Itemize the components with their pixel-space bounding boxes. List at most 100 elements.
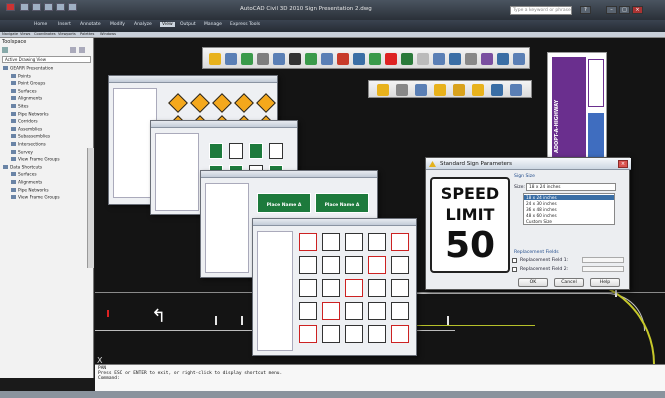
tree-item[interactable]: Subassemblies xyxy=(11,134,50,141)
close-button[interactable]: × xyxy=(632,6,643,14)
sign-tool-icon[interactable] xyxy=(321,53,333,65)
maximize-button[interactable]: □ xyxy=(619,6,630,14)
sign-tool-icon[interactable] xyxy=(305,53,317,65)
sign-thumbnail[interactable] xyxy=(345,233,363,251)
menu-annotate[interactable]: Annotate xyxy=(80,22,101,27)
ribbon-palettes[interactable]: Palettes xyxy=(80,32,94,36)
replacement-field-1-input[interactable] xyxy=(582,257,624,263)
new-icon[interactable] xyxy=(20,3,29,11)
tree-item[interactable]: Points xyxy=(11,73,31,81)
menu-insert[interactable]: Insert xyxy=(58,22,71,27)
sign-tool-icon[interactable] xyxy=(385,53,397,65)
tree-item[interactable]: Surfaces xyxy=(11,88,37,96)
sign-thumbnail[interactable] xyxy=(322,256,340,274)
toolspace-options-icon[interactable] xyxy=(70,47,76,53)
sign-thumbnail[interactable] xyxy=(299,279,317,297)
sign-tool-icon[interactable] xyxy=(465,53,477,65)
tree-item[interactable]: Pipe Networks xyxy=(11,187,49,195)
sign-tool-icon[interactable] xyxy=(396,84,408,96)
sign-tool-icon[interactable] xyxy=(377,84,389,96)
sign-thumbnail[interactable] xyxy=(322,325,340,343)
search-input[interactable]: Type a keyword or phrase xyxy=(510,6,572,15)
sign-tool-icon[interactable] xyxy=(481,53,493,65)
tree-item[interactable]: GEARR Presentation xyxy=(3,66,53,73)
sign-thumbnail[interactable] xyxy=(368,325,386,343)
save-icon[interactable] xyxy=(44,3,53,11)
sign-tool-icon[interactable] xyxy=(491,84,503,96)
tree-item[interactable]: Alignments xyxy=(11,96,42,103)
sign-thumbnail[interactable] xyxy=(322,302,340,320)
sign-tool-icon[interactable] xyxy=(337,53,349,65)
tree-item[interactable]: Assemblies xyxy=(11,126,42,134)
sign-thumbnail[interactable] xyxy=(391,302,409,320)
ribbon-viewports[interactable]: Viewports xyxy=(58,32,76,36)
toolspace-icon[interactable] xyxy=(2,47,8,53)
view-dropdown[interactable]: Active Drawing View xyxy=(2,56,91,63)
sign-tool-icon[interactable] xyxy=(417,53,429,65)
category-tree[interactable] xyxy=(155,133,199,211)
tree-item[interactable]: Sites xyxy=(11,104,29,111)
tree-item[interactable]: Surfaces xyxy=(11,172,37,179)
sign-thumbnail[interactable] xyxy=(391,256,409,274)
sign-thumbnail[interactable] xyxy=(322,233,340,251)
sign-tool-icon[interactable] xyxy=(513,53,525,65)
cancel-button[interactable]: Cancel xyxy=(554,278,584,287)
sign-tool-icon[interactable] xyxy=(225,53,237,65)
size-option[interactable]: 24 x 30 inches xyxy=(526,201,557,206)
sign-tool-icon[interactable] xyxy=(353,53,365,65)
sign-tool-icon[interactable] xyxy=(241,53,253,65)
sign-thumbnail[interactable] xyxy=(368,233,386,251)
dialog-close-button[interactable]: × xyxy=(618,160,628,168)
sign-thumbnail[interactable] xyxy=(391,233,409,251)
sign-thumbnail[interactable] xyxy=(345,302,363,320)
sign-tool-icon[interactable] xyxy=(497,53,509,65)
menu-modify[interactable]: Modify xyxy=(110,22,125,27)
sign-tool-icon[interactable] xyxy=(273,53,285,65)
sign-thumbnail[interactable] xyxy=(391,325,409,343)
minimize-button[interactable]: – xyxy=(606,6,617,14)
sign-tool-icon[interactable] xyxy=(472,84,484,96)
sign-thumbnail[interactable] xyxy=(345,256,363,274)
sign-tool-icon[interactable] xyxy=(257,53,269,65)
sign-tool-icon[interactable] xyxy=(401,53,413,65)
sign-thumbnail[interactable] xyxy=(391,279,409,297)
sign-thumbnail[interactable] xyxy=(299,256,317,274)
tree-item[interactable]: Pipe Networks xyxy=(11,111,49,119)
menu-view[interactable]: View xyxy=(160,22,175,27)
tree-item[interactable]: View Frame Groups xyxy=(11,157,60,164)
tree-item[interactable]: Data Shortcuts xyxy=(3,164,42,172)
size-option[interactable]: Custom Size xyxy=(526,219,552,224)
sign-thumbnail[interactable] xyxy=(299,233,317,251)
sign-thumbnail[interactable] xyxy=(368,256,386,274)
sign-thumbnail[interactable] xyxy=(345,325,363,343)
ribbon-coordinates[interactable]: Coordinates xyxy=(34,32,56,36)
replacement-field-2-input[interactable] xyxy=(582,266,624,272)
menu-analyze[interactable]: Analyze xyxy=(134,22,152,27)
sign-thumbnail[interactable] xyxy=(299,325,317,343)
help-icon[interactable]: ? xyxy=(580,6,591,14)
menu-manage[interactable]: Manage xyxy=(204,22,222,27)
size-option[interactable]: 36 x 48 inches xyxy=(526,207,557,212)
tree-item[interactable]: Alignments xyxy=(11,180,42,187)
tree-item[interactable]: Survey xyxy=(11,149,33,157)
sign-tool-icon[interactable] xyxy=(434,84,446,96)
tree-item[interactable]: Point Groups xyxy=(11,81,45,88)
tree-item[interactable]: Corridors xyxy=(11,119,38,126)
menu-home[interactable]: Home xyxy=(34,22,47,27)
help-button[interactable]: Help xyxy=(590,278,620,287)
sign-tool-icon[interactable] xyxy=(369,53,381,65)
ribbon-navigate[interactable]: Navigate xyxy=(2,32,18,36)
replacement-field-1-checkbox[interactable] xyxy=(512,258,517,263)
sign-thumbnail[interactable] xyxy=(345,279,363,297)
sign-thumbnail[interactable] xyxy=(368,302,386,320)
sign-thumbnail[interactable] xyxy=(368,279,386,297)
undo-icon[interactable] xyxy=(56,3,65,11)
redo-icon[interactable] xyxy=(68,3,77,11)
sign-thumbnail[interactable] xyxy=(322,279,340,297)
tree-item[interactable]: View Frame Groups xyxy=(11,195,60,202)
size-dropdown[interactable]: 18 x 24 inches xyxy=(526,183,616,191)
size-option[interactable]: 48 x 60 inches xyxy=(526,213,557,218)
app-menu-icon[interactable] xyxy=(6,3,15,11)
toolspace-settings-icon[interactable] xyxy=(79,47,85,53)
menu-express-tools[interactable]: Express Tools xyxy=(230,22,260,27)
